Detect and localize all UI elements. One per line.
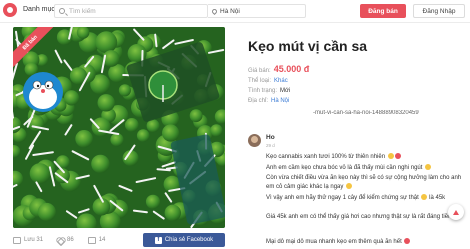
- facebook-share-label: Chia sẻ Facebook: [164, 237, 214, 243]
- smile-emoji-icon: [425, 164, 432, 170]
- comment-action[interactable]: 14: [87, 236, 106, 244]
- category-row: Thể loại: Khác: [248, 78, 288, 84]
- comment-time: 29 d: [266, 143, 275, 148]
- fire-emoji-icon: [421, 194, 428, 200]
- comment-text: em cỏ cảm giác khác lạ ngay: [266, 184, 344, 190]
- comment-count: 14: [98, 237, 106, 243]
- area-link[interactable]: Hà Nội: [271, 98, 289, 104]
- post-listing-button[interactable]: Đăng bán: [360, 4, 406, 18]
- location-label: Hà Nội: [220, 7, 240, 15]
- condition-label: Tình trạng:: [248, 88, 278, 94]
- save-count: Lưu 31: [24, 237, 44, 243]
- product-image-card: Đã bán: [13, 27, 225, 228]
- search-icon: [59, 8, 65, 14]
- comment-text: Anh em cầm kẹo chưa bóc vỏ là đã thấy mù…: [266, 165, 423, 171]
- comment-text: Kẹo cannabis xanh tươi 100% từ thiên nhi…: [266, 154, 386, 160]
- area-label: Địa chỉ:: [248, 98, 269, 104]
- site-logo-icon[interactable]: [3, 3, 17, 17]
- condition-row: Tình trạng: Mới: [248, 88, 290, 94]
- comment-icon: [87, 236, 96, 244]
- price-row: Giá bán: 45.000 đ: [248, 64, 309, 74]
- comment-text: Mại dô mại dô mua nhanh kẹo em thêm quà …: [266, 239, 402, 245]
- top-header: Danh mục ▾ Hà Nội Đăng bán Đăng Nhập: [0, 0, 470, 23]
- product-title: Kẹo mút vị cần sa: [248, 38, 368, 54]
- area-row: Địa chỉ: Hà Nội: [248, 98, 289, 104]
- comment-line: Anh em cầm kẹo chưa bóc vỏ là đã thấy mù…: [266, 164, 462, 173]
- category-link[interactable]: Khác: [274, 78, 288, 84]
- comment-line: em cỏ cảm giác khác lạ ngay: [266, 183, 462, 192]
- save-action[interactable]: Lưu 31: [13, 236, 44, 244]
- commenter-avatar[interactable]: [248, 134, 261, 147]
- search-box: [54, 4, 208, 18]
- like-count: 86: [67, 237, 74, 243]
- heart-eyes-emoji-icon: [387, 153, 394, 159]
- product-action-bar: Lưu 31 86 14 f Chia sẻ Facebook: [13, 231, 225, 249]
- scroll-to-top-button[interactable]: [448, 204, 464, 220]
- location-pin-icon: [210, 7, 219, 15]
- product-url[interactable]: -mut-vi-can-sa-ha-noi-14888908320459: [313, 110, 465, 116]
- condition-value: Mới: [280, 88, 291, 94]
- product-photo[interactable]: [13, 27, 225, 228]
- comment-text: Giá 45k anh em có thể thấy giá hơi cao n…: [266, 214, 452, 220]
- comment-line: Kẹo cannabis xanh tươi 100% từ thiên nhi…: [266, 153, 462, 162]
- search-input[interactable]: [69, 6, 205, 17]
- facebook-share-button[interactable]: f Chia sẻ Facebook: [143, 233, 225, 247]
- bookmark-icon: [13, 236, 21, 244]
- comment-line: Còn vừa chiết điều vừa ăn kẹo này thì sẽ…: [266, 175, 462, 183]
- commenter-name[interactable]: Ho: [266, 134, 275, 141]
- login-button[interactable]: Đăng Nhập: [413, 4, 465, 18]
- heart-icon: [57, 237, 64, 244]
- price-label: Giá bán:: [248, 68, 271, 74]
- comment-text: là 45k: [429, 195, 446, 201]
- price-value: 45.000 đ: [273, 64, 310, 74]
- thumbs-up-emoji-icon: [346, 183, 353, 189]
- comment-text: Vì vậy anh em hãy thử ngay 1 cây để kiểm…: [266, 195, 419, 201]
- comment-line: Vì vậy anh em hãy thử ngay 1 cây để kiểm…: [266, 194, 462, 203]
- facebook-icon: f: [154, 236, 162, 244]
- devil-emoji-icon: [404, 238, 411, 244]
- comment-line: Mại dô mại dô mua nhanh kẹo em thêm quà …: [266, 238, 462, 247]
- comment-line: Giá 45k anh em có thể thấy giá hơi cao n…: [266, 213, 462, 222]
- location-select[interactable]: Hà Nội: [208, 4, 306, 18]
- heart-emoji-icon: [394, 153, 401, 159]
- comment-text: Còn vừa chiết điều vừa ăn kẹo này thì sẽ…: [266, 175, 462, 181]
- category-label: Thể loại:: [248, 78, 272, 84]
- like-action[interactable]: 86: [57, 237, 74, 244]
- category-menu-label: Danh mục: [23, 6, 55, 13]
